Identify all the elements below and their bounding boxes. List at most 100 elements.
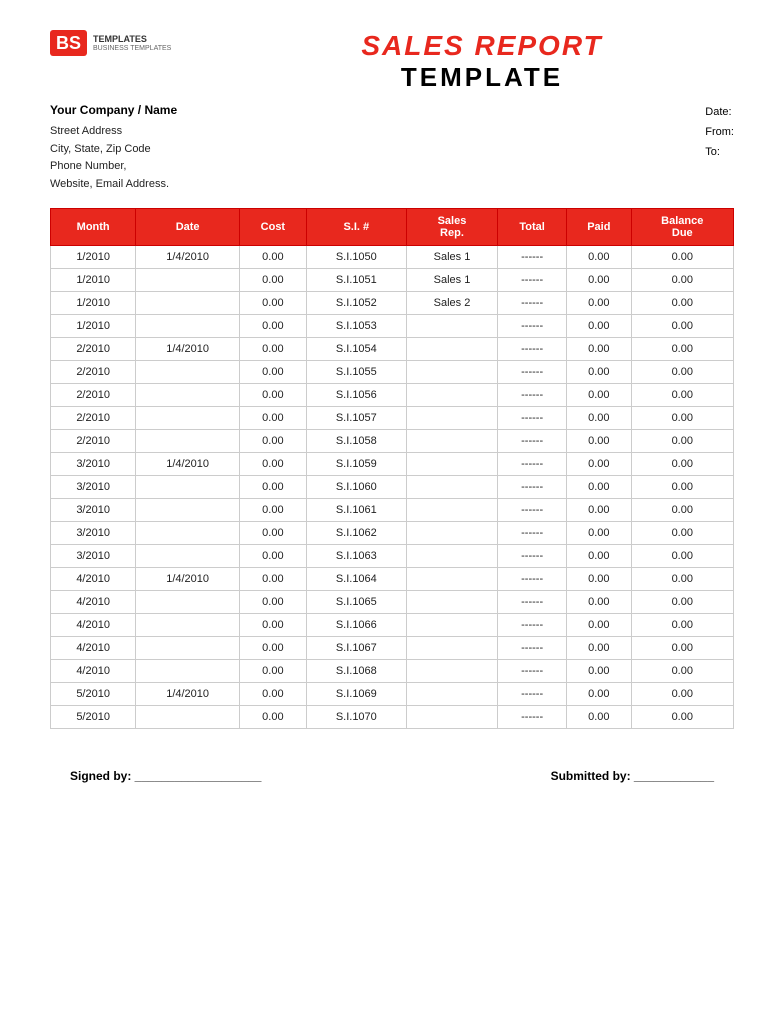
table-cell-12-6: 0.00 [567, 522, 631, 545]
table-cell-18-4 [406, 660, 497, 683]
table-cell-5-3: S.I.1055 [306, 361, 406, 384]
table-cell-8-7: 0.00 [631, 430, 733, 453]
company-section: Your Company / Name Street Address City,… [50, 103, 734, 193]
street-address: Street Address [50, 123, 230, 141]
table-row: 2/20100.00S.I.1058------0.000.00 [51, 430, 734, 453]
company-right: Date: From: To: [705, 103, 734, 193]
address-block: Street Address City, State, Zip Code Pho… [50, 123, 230, 193]
table-cell-14-7: 0.00 [631, 568, 733, 591]
table-cell-2-0: 1/2010 [51, 292, 136, 315]
table-cell-12-0: 3/2010 [51, 522, 136, 545]
table-cell-16-6: 0.00 [567, 614, 631, 637]
table-cell-11-1 [136, 499, 240, 522]
table-cell-0-5: ------ [498, 246, 567, 269]
table-cell-18-2: 0.00 [239, 660, 306, 683]
date-label: Date: [705, 103, 734, 123]
table-cell-2-6: 0.00 [567, 292, 631, 315]
from-label: From: [705, 123, 734, 143]
table-cell-15-3: S.I.1065 [306, 591, 406, 614]
table-cell-18-3: S.I.1068 [306, 660, 406, 683]
table-header-6: Paid [567, 209, 631, 246]
table-cell-11-4 [406, 499, 497, 522]
city-state: City, State, Zip Code [50, 141, 230, 159]
table-cell-6-3: S.I.1056 [306, 384, 406, 407]
table-header-0: Month [51, 209, 136, 246]
table-cell-15-2: 0.00 [239, 591, 306, 614]
website-email: Website, Email Address. [50, 176, 230, 194]
table-cell-1-4: Sales 1 [406, 269, 497, 292]
table-cell-1-7: 0.00 [631, 269, 733, 292]
table-cell-6-5: ------ [498, 384, 567, 407]
table-header-row: MonthDateCostS.I. #SalesRep.TotalPaidBal… [51, 209, 734, 246]
table-cell-6-2: 0.00 [239, 384, 306, 407]
table-cell-5-1 [136, 361, 240, 384]
table-cell-8-6: 0.00 [567, 430, 631, 453]
table-row: 3/20100.00S.I.1063------0.000.00 [51, 545, 734, 568]
table-cell-6-0: 2/2010 [51, 384, 136, 407]
table-cell-11-6: 0.00 [567, 499, 631, 522]
table-cell-7-0: 2/2010 [51, 407, 136, 430]
table-cell-19-5: ------ [498, 683, 567, 706]
table-row: 1/20100.00S.I.1051Sales 1------0.000.00 [51, 269, 734, 292]
table-cell-19-6: 0.00 [567, 683, 631, 706]
table-cell-5-6: 0.00 [567, 361, 631, 384]
logo-icon: BS [50, 30, 87, 56]
table-cell-4-7: 0.00 [631, 338, 733, 361]
table-cell-16-1 [136, 614, 240, 637]
table-cell-19-7: 0.00 [631, 683, 733, 706]
table-cell-20-2: 0.00 [239, 706, 306, 729]
table-cell-0-4: Sales 1 [406, 246, 497, 269]
table-header-5: Total [498, 209, 567, 246]
table-header-3: S.I. # [306, 209, 406, 246]
table-cell-0-6: 0.00 [567, 246, 631, 269]
table-cell-12-2: 0.00 [239, 522, 306, 545]
table-cell-19-0: 5/2010 [51, 683, 136, 706]
table-cell-1-0: 1/2010 [51, 269, 136, 292]
table-cell-20-1 [136, 706, 240, 729]
table-cell-17-2: 0.00 [239, 637, 306, 660]
table-cell-13-3: S.I.1063 [306, 545, 406, 568]
table-row: 4/20100.00S.I.1068------0.000.00 [51, 660, 734, 683]
table-cell-3-1 [136, 315, 240, 338]
table-cell-9-6: 0.00 [567, 453, 631, 476]
table-row: 1/20100.00S.I.1052Sales 2------0.000.00 [51, 292, 734, 315]
table-row: 4/20101/4/20100.00S.I.1064------0.000.00 [51, 568, 734, 591]
table-cell-3-2: 0.00 [239, 315, 306, 338]
table-cell-11-0: 3/2010 [51, 499, 136, 522]
table-cell-6-7: 0.00 [631, 384, 733, 407]
table-header-4: SalesRep. [406, 209, 497, 246]
table-body: 1/20101/4/20100.00S.I.1050Sales 1------0… [51, 246, 734, 729]
table-cell-14-2: 0.00 [239, 568, 306, 591]
table-cell-10-7: 0.00 [631, 476, 733, 499]
table-cell-4-2: 0.00 [239, 338, 306, 361]
signed-by: Signed by: ___________________ [70, 769, 261, 783]
report-subtitle: TEMPLATE [230, 62, 734, 93]
table-row: 4/20100.00S.I.1066------0.000.00 [51, 614, 734, 637]
table-cell-8-4 [406, 430, 497, 453]
table-cell-11-7: 0.00 [631, 499, 733, 522]
table-cell-20-5: ------ [498, 706, 567, 729]
table-cell-0-2: 0.00 [239, 246, 306, 269]
table-cell-18-0: 4/2010 [51, 660, 136, 683]
title-area: SALES REPORT TEMPLATE [230, 30, 734, 93]
table-row: 3/20100.00S.I.1060------0.000.00 [51, 476, 734, 499]
page-header: BS TEMPLATES BUSINESS TEMPLATES SALES RE… [50, 30, 734, 93]
table-cell-9-2: 0.00 [239, 453, 306, 476]
table-cell-2-1 [136, 292, 240, 315]
table-cell-12-7: 0.00 [631, 522, 733, 545]
table-cell-1-3: S.I.1051 [306, 269, 406, 292]
table-cell-0-0: 1/2010 [51, 246, 136, 269]
table-cell-6-4 [406, 384, 497, 407]
table-cell-10-4 [406, 476, 497, 499]
table-cell-16-4 [406, 614, 497, 637]
table-cell-12-3: S.I.1062 [306, 522, 406, 545]
footer-section: Signed by: ___________________ Submitted… [50, 769, 734, 783]
report-title: SALES REPORT [230, 30, 734, 62]
table-cell-10-1 [136, 476, 240, 499]
brand-name: TEMPLATES [93, 34, 171, 46]
table-cell-15-7: 0.00 [631, 591, 733, 614]
table-cell-10-3: S.I.1060 [306, 476, 406, 499]
table-cell-3-3: S.I.1053 [306, 315, 406, 338]
table-cell-6-6: 0.00 [567, 384, 631, 407]
table-cell-16-5: ------ [498, 614, 567, 637]
